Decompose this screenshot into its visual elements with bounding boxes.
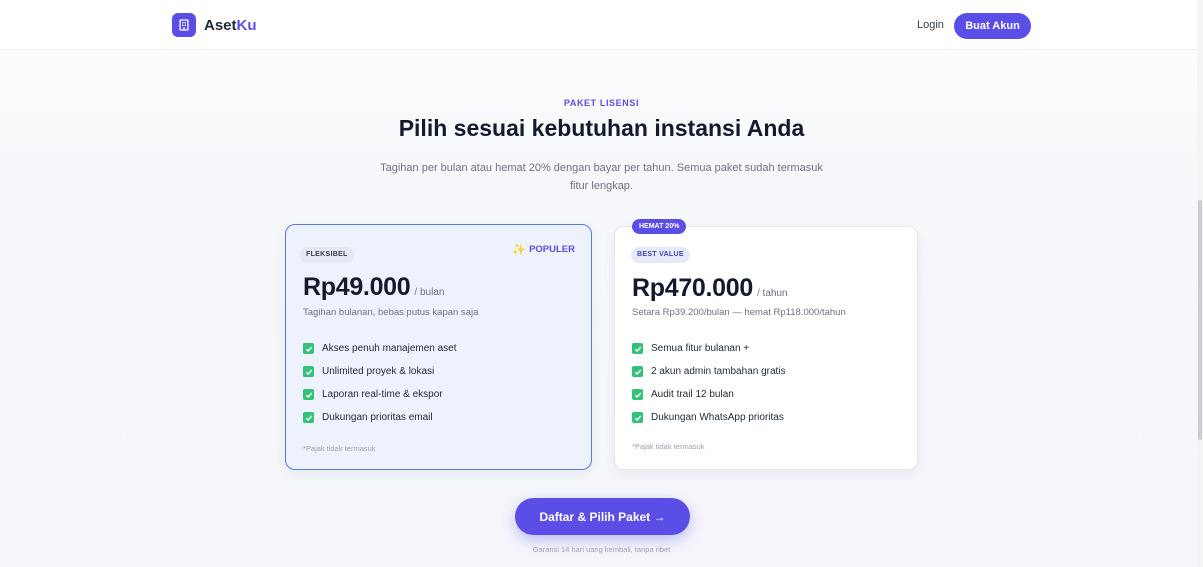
list-item: Audit trail 12 bulan <box>632 383 786 406</box>
feature-label: Dukungan WhatsApp prioritas <box>651 412 784 423</box>
login-link[interactable]: Login <box>917 19 944 31</box>
price-row: Rp49.000 / bulan <box>303 273 444 302</box>
guarantee-note: Garansi 14 hari uang kembali, tanpa ribe… <box>532 545 671 554</box>
price-note: Setara Rp39.200/bulan — hemat Rp118.000/… <box>632 307 846 318</box>
scrollbar-thumb[interactable] <box>1198 200 1202 440</box>
plan-tag: FLEKSIBEL <box>300 247 354 263</box>
plan-tag: BEST VALUE <box>631 247 690 263</box>
create-account-button[interactable]: Buat Akun <box>954 13 1031 39</box>
popular-badge: ✨ POPULER <box>512 243 575 256</box>
scrollbar[interactable] <box>1197 0 1203 567</box>
price-note: Tagihan bulanan, bebas putus kapan saja <box>303 307 479 318</box>
page-title: Pilih sesuai kebutuhan instansi Anda <box>398 115 805 141</box>
price-row: Rp470.000 / tahun <box>632 274 788 303</box>
feature-list: Semua fitur bulanan + 2 akun admin tamba… <box>632 337 786 429</box>
discount-badge: HEMAT 20% <box>632 219 687 234</box>
building-icon <box>172 13 196 37</box>
brand-name-accent: Ku <box>236 16 257 34</box>
top-navigation: AsetKu Login Buat Akun <box>0 0 1203 50</box>
yearly-plan-card[interactable]: HEMAT 20% BEST VALUE Rp470.000 / tahun S… <box>614 219 918 470</box>
register-choose-plan-button[interactable]: Daftar & Pilih Paket → <box>515 498 690 535</box>
feature-label: 2 akun admin tambahan gratis <box>651 366 786 377</box>
list-item: Laporan real-time & ekspor <box>303 383 457 406</box>
brand-name: AsetKu <box>204 17 257 34</box>
feature-label: Akses penuh manajemen aset <box>322 343 457 354</box>
feature-label: Dukungan prioritas email <box>322 412 433 423</box>
plan-price: Rp470.000 <box>632 274 753 302</box>
page-background <box>0 0 1203 567</box>
tax-note: *Pajak tidak termasuk <box>632 442 705 451</box>
check-icon <box>303 389 314 400</box>
brand[interactable]: AsetKu <box>172 13 257 37</box>
feature-label: Laporan real-time & ekspor <box>322 389 443 400</box>
check-icon <box>303 366 314 377</box>
check-icon <box>303 343 314 354</box>
page-subtitle: Tagihan per bulan atau hemat 20% dengan … <box>380 162 823 192</box>
plan-price: Rp49.000 <box>303 273 411 301</box>
plan-period: / bulan <box>414 287 445 298</box>
check-icon <box>632 366 643 377</box>
feature-list: Akses penuh manajemen aset Unlimited pro… <box>303 337 457 429</box>
check-icon <box>632 343 643 354</box>
tax-note: *Pajak tidak termasuk <box>303 444 376 453</box>
list-item: Semua fitur bulanan + <box>632 337 786 360</box>
check-icon <box>632 389 643 400</box>
feature-label: Unlimited proyek & lokasi <box>322 366 435 377</box>
monthly-plan-card[interactable]: FLEKSIBEL ✨ POPULER Rp49.000 / bulan Tag… <box>285 224 592 470</box>
list-item: Dukungan WhatsApp prioritas <box>632 406 786 429</box>
list-item: Dukungan prioritas email <box>303 406 457 429</box>
check-icon <box>632 412 643 423</box>
list-item: Unlimited proyek & lokasi <box>303 360 457 383</box>
sparkle-icon: ✨ <box>512 244 527 256</box>
list-item: Akses penuh manajemen aset <box>303 337 457 360</box>
popular-label: POPULER <box>529 244 575 255</box>
list-item: 2 akun admin tambahan gratis <box>632 360 786 383</box>
section-eyebrow: PAKET LISENSI <box>563 98 640 108</box>
plan-period: / tahun <box>757 288 788 299</box>
feature-label: Audit trail 12 bulan <box>651 389 734 400</box>
check-icon <box>303 412 314 423</box>
feature-label: Semua fitur bulanan + <box>651 343 750 354</box>
brand-name-main: Aset <box>204 16 237 34</box>
